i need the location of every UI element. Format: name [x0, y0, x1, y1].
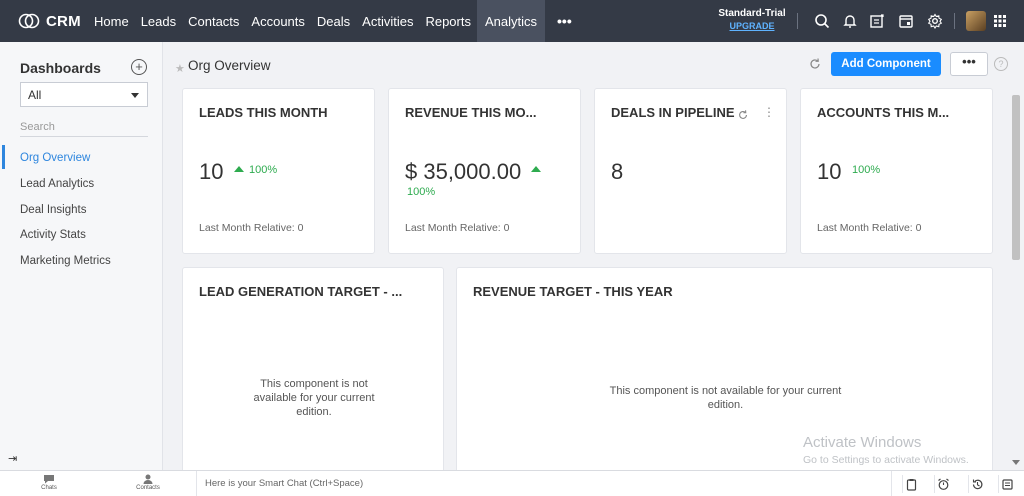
- logo-text: CRM: [46, 12, 81, 30]
- kpi-relative: Last Month Relative: 0: [199, 222, 304, 234]
- dashboards-sidebar: Dashboards + All Org Overview Lead Analy…: [0, 42, 163, 470]
- chat-icon: [44, 475, 54, 484]
- gear-icon[interactable]: [925, 11, 945, 31]
- kpi-relative: Last Month Relative: 0: [817, 222, 922, 234]
- collapse-sidebar-icon[interactable]: ⇥: [8, 452, 17, 465]
- notes-icon[interactable]: [998, 475, 1016, 493]
- card-title: LEADS THIS MONTH: [199, 105, 328, 120]
- crm-logo[interactable]: CRM: [0, 0, 88, 42]
- nav-contacts[interactable]: Contacts: [182, 0, 245, 42]
- windows-watermark-subtitle: Go to Settings to activate Windows.: [803, 454, 969, 466]
- scroll-down-icon[interactable]: [1012, 460, 1020, 465]
- active-indicator: [2, 145, 5, 169]
- card-title: DEALS IN PIPELINE: [611, 105, 735, 120]
- kpi-value: 8: [611, 159, 624, 184]
- sidebar-item-lead-analytics[interactable]: Lead Analytics: [20, 178, 94, 190]
- dashboard-filter-value: All: [28, 88, 42, 102]
- chevron-down-icon: [131, 93, 139, 98]
- unavailable-message: This component is not available for your…: [253, 378, 375, 418]
- kpi-change: 100%: [407, 186, 436, 198]
- dashboard-filter-select[interactable]: All: [20, 82, 148, 107]
- kpi-value: 10: [817, 159, 842, 184]
- clipboard-icon[interactable]: [902, 475, 920, 493]
- up-arrow-icon: [234, 166, 244, 172]
- history-icon[interactable]: [968, 475, 986, 493]
- help-icon[interactable]: ?: [994, 57, 1008, 71]
- plan-info: Standard-Trial UPGRADE: [716, 8, 788, 32]
- sidebar-item-org-overview[interactable]: Org Overview: [20, 152, 90, 164]
- nav-activities[interactable]: Activities: [356, 0, 419, 42]
- card-title: REVENUE THIS MO...: [405, 105, 537, 120]
- search-icon[interactable]: [812, 11, 832, 31]
- sidebar-item-deal-insights[interactable]: Deal Insights: [20, 204, 86, 216]
- plan-name: Standard-Trial: [718, 8, 786, 19]
- card-deals-in-pipeline[interactable]: DEALS IN PIPELINE ⋮ 8: [594, 88, 787, 254]
- upgrade-link[interactable]: UPGRADE: [716, 20, 788, 32]
- kpi-relative: Last Month Relative: 0: [405, 222, 510, 234]
- unavailable-message: This component is not available for your…: [609, 385, 842, 411]
- windows-watermark-title: Activate Windows: [803, 434, 922, 451]
- nav-leads[interactable]: Leads: [135, 0, 182, 42]
- nav-analytics[interactable]: Analytics: [476, 0, 546, 42]
- chats-button[interactable]: Chats: [24, 473, 74, 491]
- more-options-button[interactable]: •••: [950, 52, 988, 76]
- user-avatar[interactable]: [966, 11, 986, 31]
- nav-more-button[interactable]: •••: [545, 0, 584, 42]
- add-component-button[interactable]: Add Component: [831, 52, 941, 76]
- up-arrow-icon: [531, 164, 546, 176]
- dashboard-search-input[interactable]: [20, 117, 148, 137]
- scrollbar-thumb[interactable]: [1012, 95, 1020, 260]
- sidebar-title: Dashboards: [20, 60, 101, 76]
- contacts-button[interactable]: Contacts: [123, 473, 173, 491]
- card-lead-generation-target[interactable]: LEAD GENERATION TARGET - ... This compon…: [182, 267, 444, 477]
- smart-chat-input[interactable]: Here is your Smart Chat (Ctrl+Space): [196, 471, 892, 496]
- top-navigation: CRM Home Leads Contacts Accounts Deals A…: [0, 0, 1024, 42]
- kpi-change: 100%: [852, 164, 881, 176]
- nav-reports[interactable]: Reports: [419, 0, 477, 42]
- calendar-icon[interactable]: [896, 11, 916, 31]
- favorite-star-icon[interactable]: ★: [175, 62, 185, 75]
- divider: [797, 13, 798, 29]
- page-title: Org Overview: [188, 58, 271, 73]
- feeds-icon[interactable]: [867, 11, 887, 31]
- kpi-value: 10: [199, 159, 224, 184]
- refresh-icon[interactable]: [808, 57, 822, 71]
- apps-grid-icon[interactable]: [990, 11, 1010, 31]
- bottom-bar: Chats Contacts Here is your Smart Chat (…: [0, 470, 1024, 496]
- kebab-menu-icon[interactable]: ⋮: [763, 105, 775, 119]
- add-dashboard-button[interactable]: +: [131, 59, 147, 75]
- refresh-icon[interactable]: [737, 109, 749, 121]
- divider: [954, 13, 955, 29]
- crm-logo-icon: [18, 13, 40, 29]
- sidebar-item-activity-stats[interactable]: Activity Stats: [20, 229, 86, 241]
- card-title: LEAD GENERATION TARGET - ...: [199, 284, 403, 299]
- card-leads-this-month[interactable]: LEADS THIS MONTH 10 100% Last Month Rela…: [182, 88, 375, 254]
- nav-accounts[interactable]: Accounts: [245, 0, 310, 42]
- card-revenue-this-month[interactable]: REVENUE THIS MO... $ 35,000.00 100% Last…: [388, 88, 581, 254]
- alarm-clock-icon[interactable]: [934, 475, 952, 493]
- card-title: ACCOUNTS THIS M...: [817, 105, 950, 120]
- kpi-change: 100%: [234, 164, 277, 176]
- nav-deals[interactable]: Deals: [311, 0, 356, 42]
- kpi-value: $ 35,000.00: [405, 159, 522, 184]
- card-accounts-this-month[interactable]: ACCOUNTS THIS M... 10 100% Last Month Re…: [800, 88, 993, 254]
- contact-icon: [143, 474, 153, 484]
- bell-icon[interactable]: [840, 11, 860, 31]
- sidebar-item-marketing-metrics[interactable]: Marketing Metrics: [20, 255, 111, 267]
- card-title: REVENUE TARGET - THIS YEAR: [473, 284, 673, 299]
- nav-home[interactable]: Home: [88, 0, 135, 42]
